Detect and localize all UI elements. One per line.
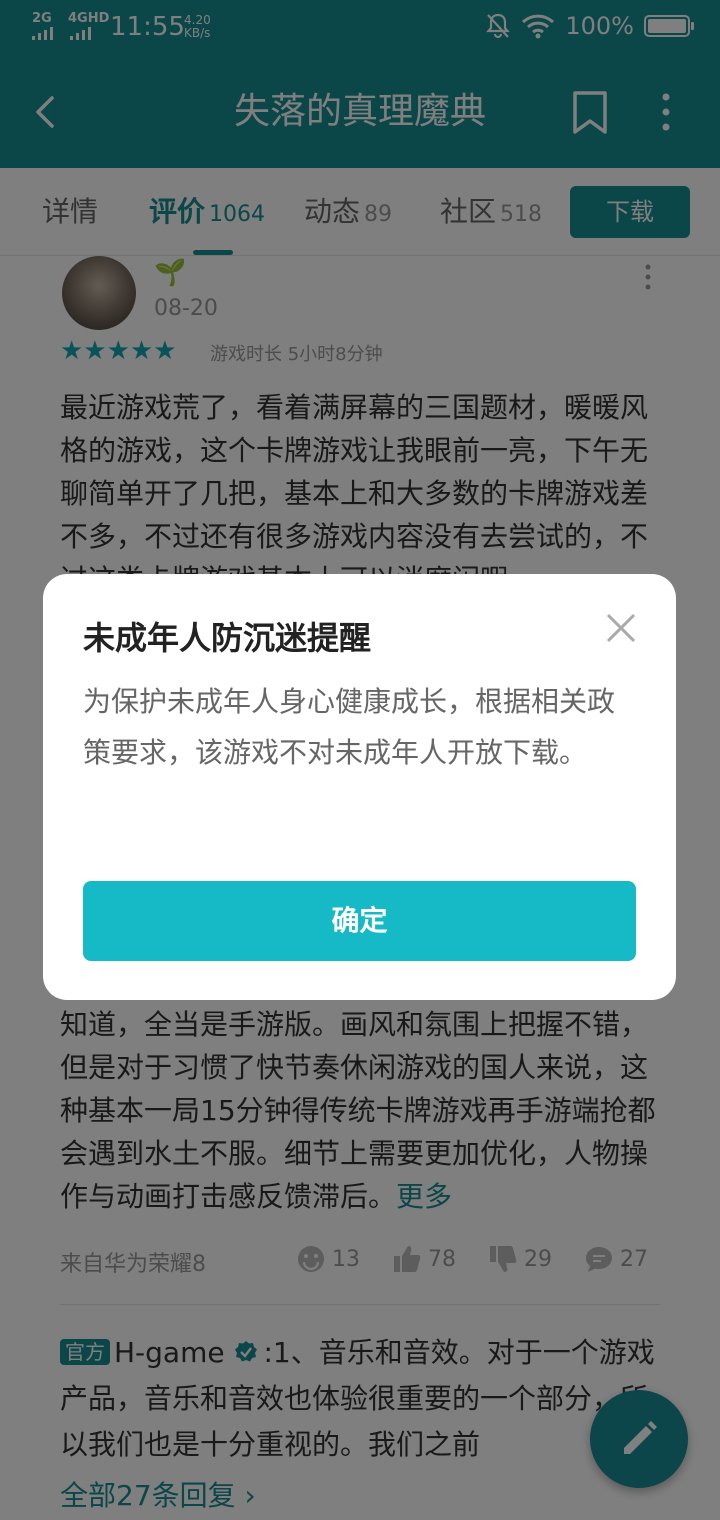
close-icon[interactable]	[605, 612, 637, 644]
write-review-button[interactable]	[590, 1390, 688, 1488]
anti-addiction-dialog: 未成年人防沉迷提醒 为保护未成年人身心健康成长，根据相关政策要求，该游戏不对未成…	[43, 574, 676, 1000]
pencil-icon	[624, 1421, 657, 1454]
dialog-title: 未成年人防沉迷提醒	[83, 619, 372, 657]
confirm-button[interactable]: 确定	[83, 881, 636, 961]
dialog-message: 为保护未成年人身心健康成长，根据相关政策要求，该游戏不对未成年人开放下载。	[83, 685, 616, 769]
